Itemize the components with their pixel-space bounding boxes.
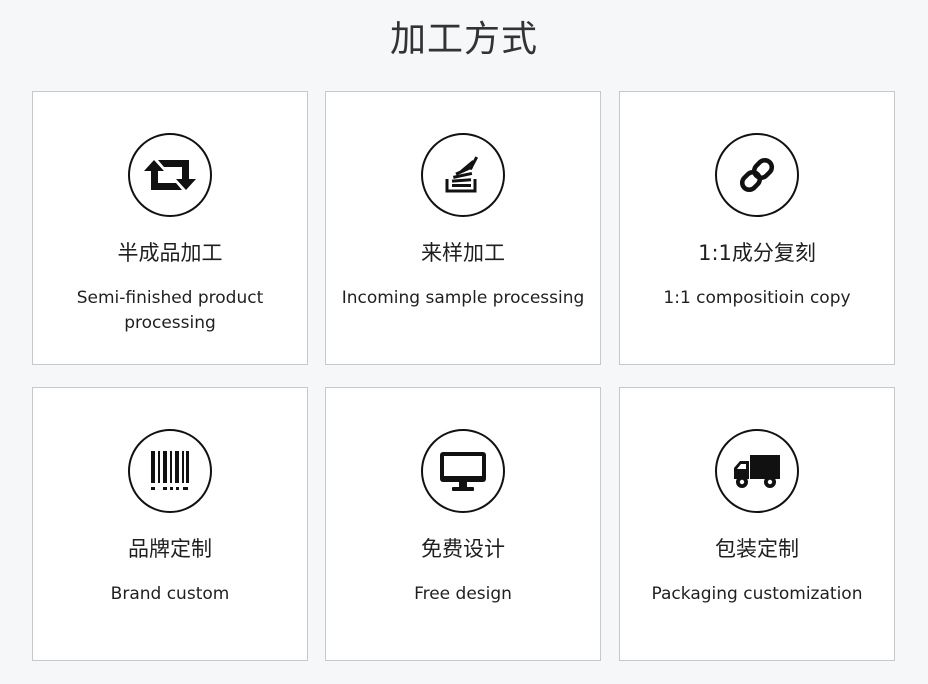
card-title: 1:1成分复刻: [698, 241, 816, 265]
card-title: 免费设计: [421, 537, 505, 561]
chain-link-icon: [715, 133, 799, 217]
card-semi-finished-processing[interactable]: 半成品加工 Semi-finished product processing: [32, 91, 308, 365]
card-title: 半成品加工: [117, 241, 223, 265]
card-description: Incoming sample processing: [341, 288, 585, 308]
delivery-truck-icon: [715, 429, 799, 513]
retweet-icon: [128, 133, 212, 217]
card-free-design[interactable]: 免费设计 Free design: [325, 387, 601, 661]
card-description: Brand custom: [110, 584, 230, 604]
card-packaging-customization[interactable]: 包装定制 Packaging customization: [619, 387, 895, 661]
card-description: Free design: [414, 584, 512, 604]
processing-methods-grid: 半成品加工 Semi-finished product processing 来…: [32, 91, 897, 663]
card-description: 1:1 compositioin copy: [663, 288, 851, 308]
barcode-icon: [128, 429, 212, 513]
page-title: 加工方式: [389, 19, 538, 60]
card-title: 品牌定制: [128, 537, 212, 561]
card-brand-custom[interactable]: 品牌定制 Brand custom: [32, 387, 308, 661]
card-incoming-sample-processing[interactable]: 来样加工 Incoming sample processing: [325, 91, 601, 365]
stack-icon: [421, 133, 505, 217]
card-description: Semi-finished product processing: [76, 288, 264, 333]
card-title: 包装定制: [715, 537, 799, 561]
monitor-icon: [421, 429, 505, 513]
card-title: 来样加工: [421, 241, 505, 265]
card-description: Packaging customization: [651, 584, 863, 604]
card-composition-copy[interactable]: 1:1成分复刻 1:1 compositioin copy: [619, 91, 895, 365]
